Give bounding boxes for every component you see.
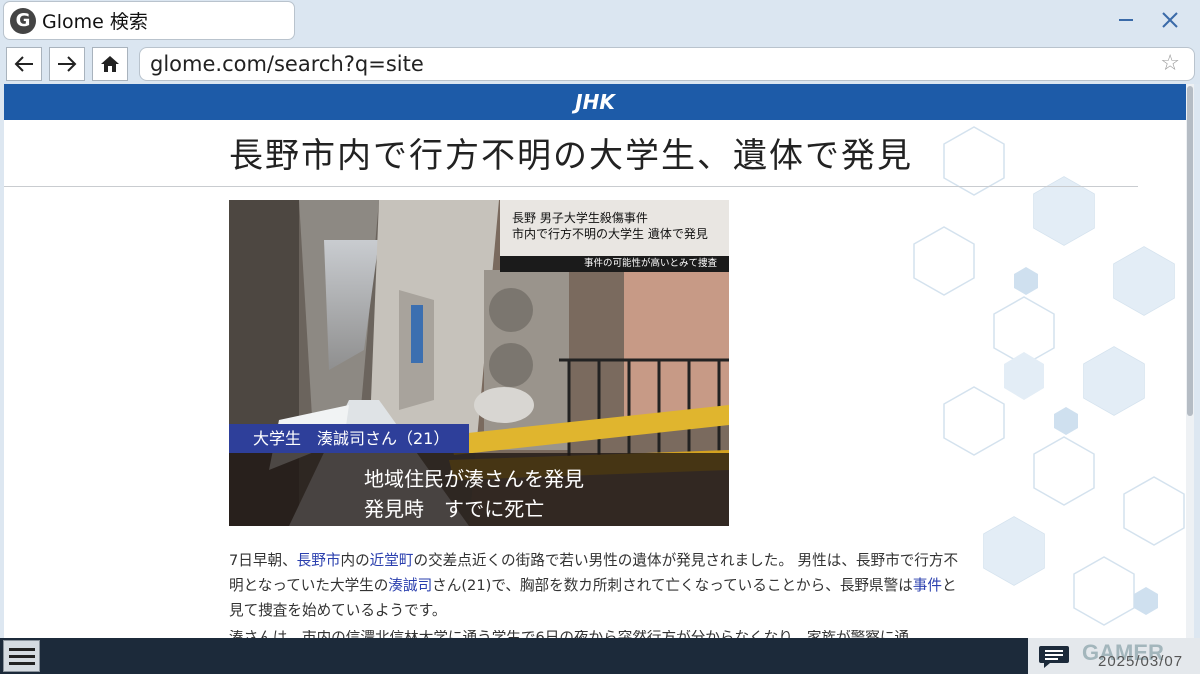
- web-page: JHK 長野市内で行方不明の大学生、遺体で発見 長野 男子大学生殺傷事件 市内で…: [4, 84, 1194, 638]
- browser-tab[interactable]: G Glome 検索: [3, 1, 295, 40]
- title-bar: G Glome 検索: [0, 0, 1200, 44]
- site-header-bar: JHK: [4, 84, 1186, 120]
- article-text: 内の: [340, 552, 370, 569]
- headline-divider: [4, 186, 1138, 187]
- link-nagano-city[interactable]: 長野市: [297, 552, 341, 569]
- article-text: 7日早朝、: [229, 552, 297, 569]
- image-caption-line2: 市内で行方不明の大学生 遺体で発見: [512, 227, 708, 241]
- close-icon: [1162, 12, 1178, 28]
- image-lower-line2: 発見時 すでに死亡: [364, 497, 545, 521]
- tray-date: 2025/03/07: [1098, 653, 1184, 670]
- glome-logo-icon: G: [10, 7, 36, 34]
- article-paragraph: 7日早朝、長野市内の近堂町の交差点近くの街路で若い男性の遺体が発見されました。 …: [229, 548, 959, 623]
- tab-title: Glome 検索: [42, 11, 148, 33]
- image-caption-line1: 長野 男子大学生殺傷事件: [512, 211, 648, 225]
- article-text: さん(21)で、胸部を数カ所刺されて亡くなっていることから、長野県警は: [432, 577, 913, 594]
- home-icon: [101, 56, 119, 72]
- article-paragraph-cutoff: 湊さんは、市内の信濃北信林大学に通う学生で6日の夜から突然行方が分からなくなり、…: [229, 630, 959, 638]
- bookmark-star-icon[interactable]: ☆: [1160, 51, 1180, 76]
- site-brand[interactable]: JHK: [575, 90, 615, 114]
- image-name-tag: 大学生 湊誠司さん（21）: [229, 424, 469, 453]
- image-caption-sub: 事件の可能性が高いとみて捜査: [500, 256, 729, 272]
- minimize-icon: [1119, 19, 1133, 21]
- taskbar: [0, 638, 1200, 674]
- hamburger-menu-icon: [8, 647, 35, 651]
- minimize-button[interactable]: [1104, 0, 1148, 40]
- hamburger-line: [8, 661, 35, 665]
- image-caption-box: 長野 男子大学生殺傷事件 市内で行方不明の大学生 遺体で発見: [500, 200, 729, 256]
- news-image: 長野 男子大学生殺傷事件 市内で行方不明の大学生 遺体で発見 事件の可能性が高い…: [229, 200, 729, 526]
- hamburger-menu-button[interactable]: [3, 640, 40, 672]
- back-button[interactable]: [6, 47, 42, 81]
- home-button[interactable]: [92, 47, 128, 81]
- back-arrow-icon: [14, 56, 33, 72]
- forward-arrow-icon: [58, 56, 77, 72]
- chat-bubble-icon[interactable]: [1038, 644, 1070, 670]
- navigation-bar: glome.com/search?q=site ☆: [0, 44, 1200, 84]
- article-headline: 長野市内で行方不明の大学生、遺体で発見: [229, 136, 913, 176]
- close-button[interactable]: [1148, 0, 1192, 40]
- page-scrollbar[interactable]: [1186, 84, 1194, 638]
- hamburger-line: [8, 654, 35, 658]
- address-bar[interactable]: glome.com/search?q=site ☆: [139, 47, 1195, 81]
- image-lower-third: 地域住民が湊さんを発見 発見時 すでに死亡: [229, 453, 729, 526]
- link-kondo-town[interactable]: 近堂町: [370, 552, 414, 569]
- link-incident[interactable]: 事件: [913, 577, 942, 594]
- forward-button[interactable]: [49, 47, 85, 81]
- url-text: glome.com/search?q=site: [150, 52, 424, 76]
- image-lower-line1: 地域住民が湊さんを発見: [364, 467, 584, 491]
- link-minato-seiji[interactable]: 湊誠司: [388, 577, 432, 594]
- scrollbar-thumb[interactable]: [1187, 86, 1193, 416]
